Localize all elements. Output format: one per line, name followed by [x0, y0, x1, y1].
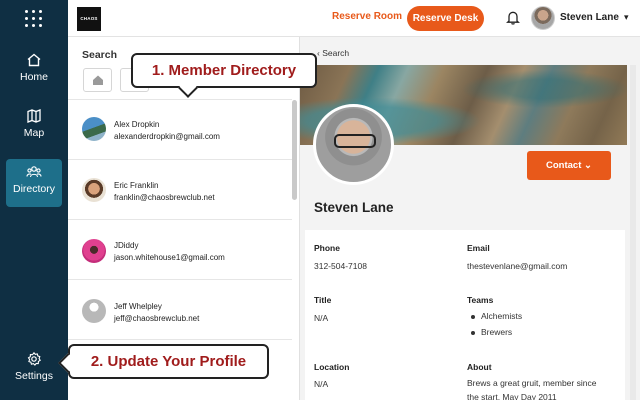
sidebar-item-settings[interactable]: Settings — [6, 346, 62, 394]
about-value: Brews a great gruit, member since the st… — [467, 378, 597, 400]
member-email: franklin@chaosbrewclub.net — [114, 193, 215, 202]
sidebar-item-label: Settings — [15, 370, 53, 382]
callout-update-profile: 2. Update Your Profile — [68, 344, 269, 379]
sidebar-item-directory[interactable]: Directory — [6, 159, 62, 207]
sidebar-item-label: Directory — [12, 183, 55, 195]
avatar — [82, 239, 106, 263]
reserve-desk-button[interactable]: Reserve Desk — [407, 6, 484, 31]
back-to-search-link[interactable]: ‹ Search — [317, 48, 349, 58]
team-item: Alchemists — [467, 311, 522, 327]
list-item[interactable]: Eric Franklin franklin@chaosbrewclub.net — [68, 160, 292, 220]
phone-value: 312-504-7108 — [314, 261, 367, 271]
profile-panel: ‹ Search Contact ⌄ Steven Lane Phone 312… — [300, 37, 640, 400]
contact-button[interactable]: Contact ⌄ — [527, 151, 611, 180]
top-bar: CHAOS Reserve Room Reserve Desk Steven L… — [68, 0, 640, 37]
teams-list: Alchemists Brewers — [467, 311, 522, 343]
logo[interactable]: CHAOS — [77, 7, 101, 31]
member-name: Alex Dropkin — [114, 120, 160, 129]
user-name[interactable]: Steven Lane — [560, 12, 619, 23]
list-item[interactable]: Alex Dropkin alexanderdropkin@gmail.com — [68, 100, 292, 160]
list-item[interactable]: JDiddy jason.whitehouse1@gmail.com — [68, 220, 292, 280]
callout-member-directory: 1. Member Directory — [131, 53, 317, 88]
sidebar-item-map[interactable]: Map — [6, 103, 62, 151]
bell-icon[interactable] — [506, 10, 520, 25]
sidebar-item-label: Home — [19, 71, 48, 83]
map-icon — [27, 109, 41, 123]
search-title: Search — [82, 49, 118, 61]
home-icon — [27, 53, 41, 67]
sidebar-item-label: Map — [23, 127, 45, 139]
member-email: alexanderdropkin@gmail.com — [114, 132, 220, 141]
team-item: Brewers — [467, 327, 522, 343]
sidebar: Home Map Directory Settings — [0, 0, 68, 400]
member-email: jeff@chaosbrewclub.net — [114, 314, 200, 323]
details-card: Phone 312-504-7108 Email thestevenlane@g… — [305, 230, 625, 400]
reserve-room-link[interactable]: Reserve Room — [332, 11, 402, 22]
chevron-down-icon[interactable]: ▾ — [624, 12, 629, 23]
member-email: jason.whitehouse1@gmail.com — [114, 253, 225, 262]
teams-label: Teams — [467, 295, 494, 305]
profile-photo — [313, 104, 394, 185]
about-label: About — [467, 362, 492, 372]
home-filter-button[interactable] — [83, 68, 112, 92]
email-value: thestevenlane@gmail.com — [467, 261, 568, 271]
avatar — [82, 299, 106, 323]
phone-label: Phone — [314, 243, 340, 253]
people-icon — [26, 166, 42, 178]
scrollbar[interactable] — [630, 65, 636, 400]
member-name: Eric Franklin — [114, 181, 159, 190]
home-icon — [92, 75, 103, 85]
email-label: Email — [467, 243, 490, 253]
list-item[interactable]: Jeff Whelpley jeff@chaosbrewclub.net — [68, 280, 292, 340]
sidebar-item-home[interactable]: Home — [6, 47, 62, 95]
member-name: Jeff Whelpley — [114, 302, 162, 311]
title-label: Title — [314, 295, 332, 305]
app-window: Home Map Directory Settings CHAOS Reserv… — [0, 0, 640, 400]
scrollbar[interactable] — [292, 100, 297, 200]
profile-name: Steven Lane — [314, 200, 394, 215]
location-value: N/A — [314, 379, 329, 389]
member-name: JDiddy — [114, 241, 139, 250]
avatar — [82, 117, 106, 141]
app-grid-icon[interactable] — [22, 7, 46, 31]
gear-icon — [27, 351, 41, 366]
avatar — [82, 178, 106, 202]
location-label: Location — [314, 362, 350, 372]
title-value: N/A — [314, 313, 329, 323]
avatar[interactable] — [531, 6, 555, 30]
